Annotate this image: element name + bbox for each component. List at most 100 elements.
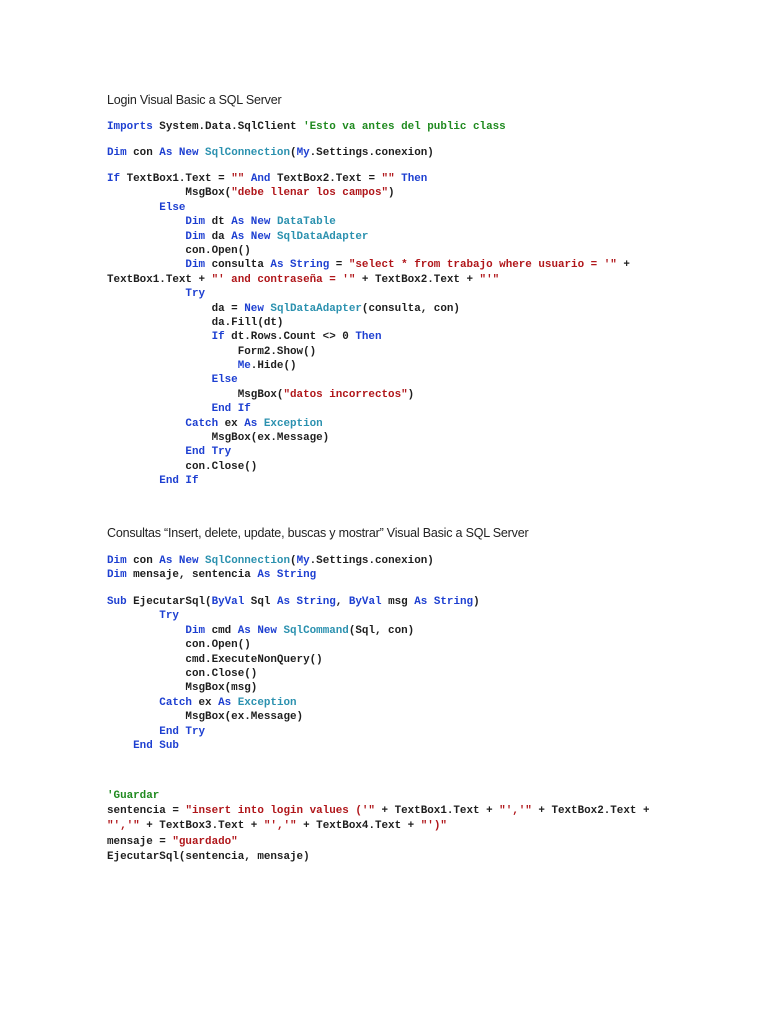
code-line: mensaje = "guardado" <box>107 835 649 850</box>
code-token: As New <box>159 147 206 159</box>
code-token: da.Fill(dt) <box>107 316 284 329</box>
code-token: If <box>107 173 121 185</box>
code-line: con.Open() <box>107 244 630 258</box>
code-token: Catch <box>107 696 192 709</box>
code-line: End If <box>107 474 630 488</box>
code-line: Try <box>107 609 480 623</box>
code-token: SqlConnection <box>205 555 291 567</box>
code-token: Then <box>355 331 382 344</box>
code-token: (consulta, con) <box>361 302 460 315</box>
code-token: "insert into login values ('" <box>185 805 375 818</box>
code-token: 'Guardar <box>107 790 160 802</box>
code-token: Try <box>107 288 206 301</box>
code-token: ) <box>473 596 480 608</box>
code-line: EjecutarSql(sentencia, mensaje) <box>107 850 649 865</box>
code-token: MsgBox( <box>107 388 284 401</box>
code-line: End Sub <box>107 739 480 753</box>
code-token: .Hide() <box>250 360 297 373</box>
code-line: TextBox1.Text + "' and contraseña = '" +… <box>107 273 630 287</box>
code-line: Me.Hide() <box>107 359 630 373</box>
code-token: TextBox2.Text = <box>270 173 382 185</box>
code-token: sentencia = <box>107 805 186 818</box>
code-line: Dim consulta As String = "select * from … <box>107 258 630 272</box>
code-token: "','" <box>499 805 532 818</box>
code-token: TextBox1.Text + <box>107 273 212 286</box>
code-line: Dim da As New SqlDataAdapter <box>107 230 630 244</box>
code-token: "datos incorrectos" <box>283 388 408 401</box>
code-token: Catch <box>107 417 219 430</box>
code-token: dt <box>205 216 232 229</box>
code-line: da = New SqlDataAdapter(consulta, con) <box>107 302 630 316</box>
code-token: Then <box>401 173 428 185</box>
code-token: DataTable <box>276 216 336 229</box>
code-token: ) <box>388 187 395 200</box>
code-token: "" <box>231 173 245 185</box>
code-token: End If <box>107 403 251 416</box>
code-token: + <box>616 259 630 272</box>
code-line: Dim con As New SqlConnection(My.Settings… <box>107 146 434 160</box>
code-token: "' and contraseña = '" <box>211 273 356 286</box>
code-line: Try <box>107 287 630 301</box>
code-line: Catch ex As Exception <box>107 696 480 710</box>
code-line: MsgBox(ex.Message) <box>107 710 480 724</box>
code-line: MsgBox(msg) <box>107 681 480 695</box>
code-token: "" <box>381 173 395 185</box>
code-token: EjecutarSql(sentencia, mensaje) <box>107 850 310 863</box>
code-token: cmd.ExecuteNonQuery() <box>107 653 323 666</box>
code-token: SqlDataAdapter <box>270 302 362 315</box>
code-token: "','" <box>263 820 297 833</box>
code-block-connection: Dim con As New SqlConnection(My.Settings… <box>107 146 434 160</box>
code-line: MsgBox("datos incorrectos") <box>107 388 630 402</box>
code-token: As <box>218 696 238 709</box>
code-line: End If <box>107 402 630 416</box>
code-line: End Try <box>107 725 480 739</box>
code-token: Dim <box>107 569 127 582</box>
code-token: cmd <box>205 624 238 637</box>
code-line: End Try <box>107 445 630 459</box>
code-token: consulta <box>205 259 271 272</box>
code-token: As <box>244 417 264 430</box>
code-token: + TextBox2.Text + <box>355 273 480 286</box>
code-token: ex <box>191 696 219 709</box>
code-token: + TextBox4.Text + <box>296 820 421 833</box>
code-token: "','" <box>107 820 140 833</box>
code-token: "'" <box>479 273 500 286</box>
code-token: EjecutarSql( <box>126 596 212 608</box>
code-token: ex <box>218 417 245 430</box>
code-token: da = <box>107 302 245 315</box>
code-token: Dim <box>107 259 206 272</box>
code-token: dt.Rows.Count <> 0 <box>224 331 356 344</box>
code-token: Imports <box>107 121 153 133</box>
code-block-imports: Imports System.Data.SqlClient 'Esto va a… <box>107 120 506 134</box>
code-token: Dim <box>107 624 206 637</box>
code-line: If TextBox1.Text = "" And TextBox2.Text … <box>107 172 630 186</box>
code-line: Dim dt As New DataTable <box>107 215 630 229</box>
code-token: MsgBox(ex.Message) <box>107 711 304 724</box>
code-token: MsgBox( <box>107 187 232 200</box>
code-line: "','" + TextBox3.Text + "','" + TextBox4… <box>107 819 649 834</box>
code-token: End Try <box>107 725 206 738</box>
code-token: MsgBox(msg) <box>107 682 258 695</box>
code-token: , <box>335 596 349 608</box>
code-line: Dim mensaje, sentencia As String <box>107 568 434 582</box>
code-line: Sub EjecutarSql(ByVal Sql As String, ByV… <box>107 595 480 609</box>
code-line: If dt.Rows.Count <> 0 Then <box>107 330 630 344</box>
code-token: End Try <box>107 446 232 459</box>
code-token: Sql <box>244 596 277 608</box>
section-title-consultas: Consultas “Insert, delete, update, busca… <box>107 526 529 540</box>
code-token: + TextBox2.Text + <box>531 805 650 818</box>
code-token: System.Data.SqlClient <box>152 121 304 133</box>
code-token: Else <box>107 201 186 214</box>
code-line: con.Close() <box>107 460 630 474</box>
code-token: SqlCommand <box>283 624 349 637</box>
code-token: Dim <box>107 230 206 243</box>
code-token: da <box>205 230 232 243</box>
code-token: End Sub <box>107 739 179 752</box>
code-token: Try <box>107 610 179 623</box>
code-block-declarations: Dim con As New SqlConnection(My.Settings… <box>107 554 434 583</box>
code-block-guardar: 'Guardar sentencia = "insert into login v… <box>107 789 649 865</box>
code-block-ejecutarsql: Sub EjecutarSql(ByVal Sql As String, ByV… <box>107 595 480 753</box>
code-line: Dim con As New SqlConnection(My.Settings… <box>107 554 434 568</box>
section-title-login: Login Visual Basic a SQL Server <box>107 93 282 107</box>
code-token: ByVal <box>348 596 382 608</box>
